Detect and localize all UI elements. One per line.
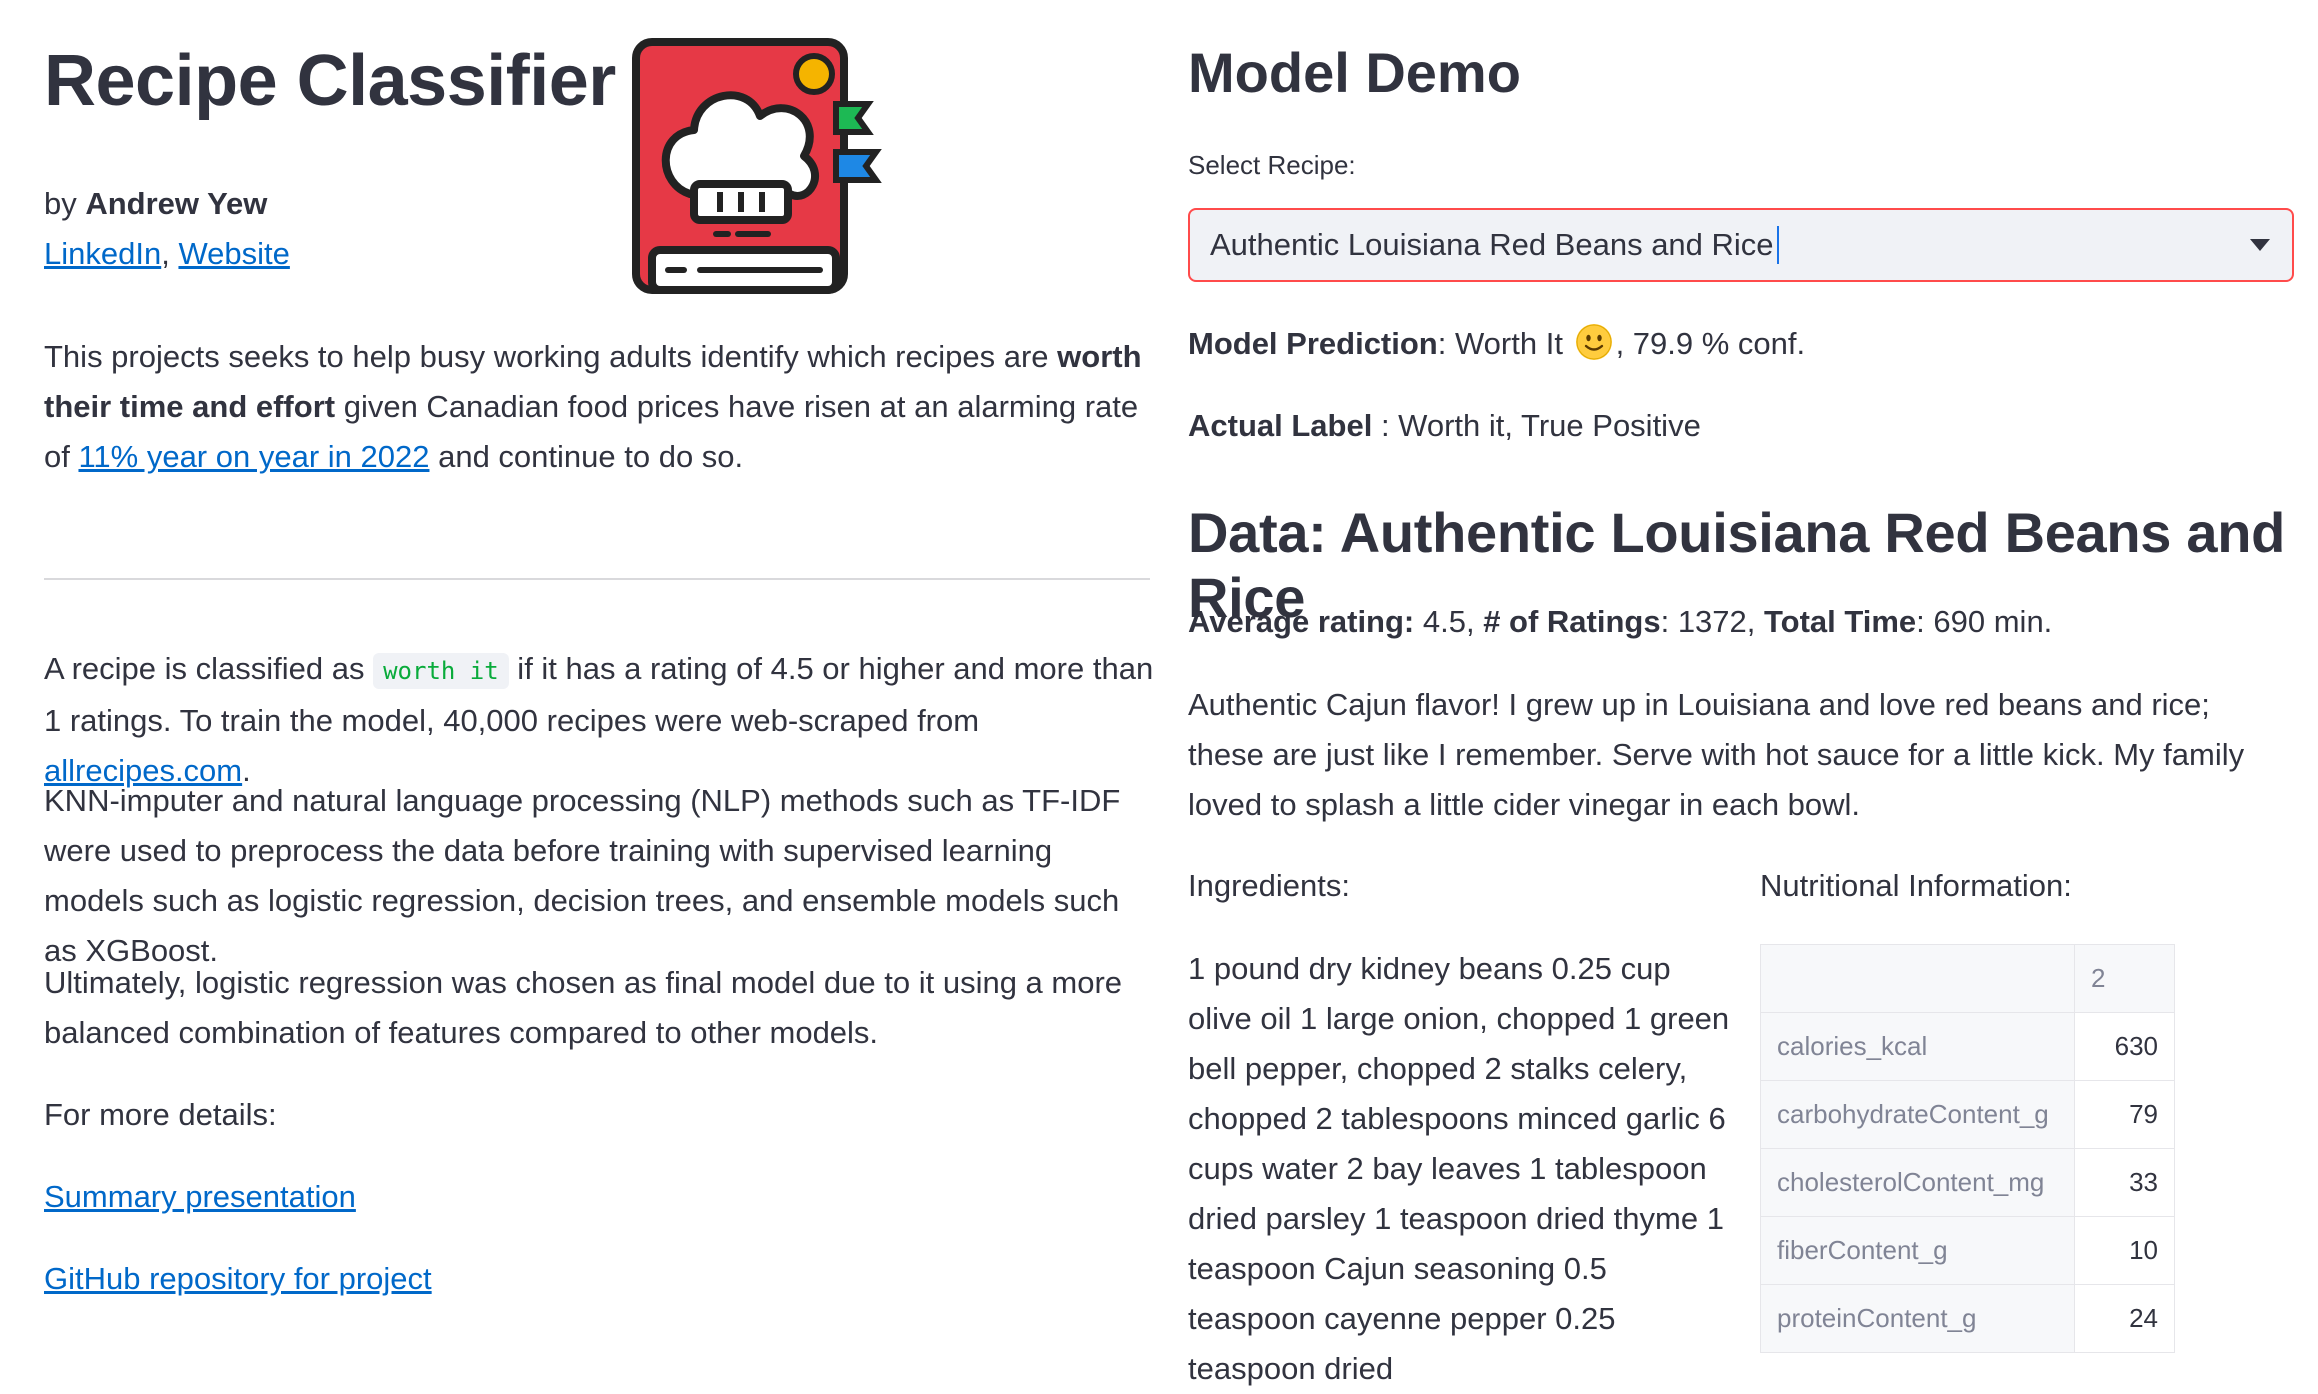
recipe-book-chef-hat-icon [628,34,884,294]
table-row: calories_kcal 630 [1760,1012,2175,1081]
total-time-value: : 690 min. [1916,604,2053,639]
profile-links: LinkedIn, Website [44,236,290,272]
byline: by Andrew Yew [44,186,267,222]
actual-value: : Worth it, True Positive [1372,408,1701,443]
nutrition-header-index: 2 [2074,944,2175,1013]
methods-paragraph: KNN-imputer and natural language process… [44,783,1121,968]
nutrition-header-blank [1760,944,2075,1013]
avg-rating-label: Average rating: [1188,604,1415,639]
actual-label: Actual Label [1188,408,1373,443]
table-row: fiberContent_g 10 [1760,1216,2175,1285]
table-row: cholesterolContent_mg 33 [1760,1148,2175,1217]
divider [44,578,1150,580]
nutrient-name: proteinContent_g [1760,1284,2075,1353]
chevron-down-icon[interactable] [2248,233,2272,257]
selected-recipe-value: Authentic Louisiana Red Beans and Rice [1210,227,1774,262]
num-ratings-value: : 1372, [1660,604,1765,639]
more-details-text: For more details: [44,1097,277,1132]
slightly-smiling-face-icon [1575,324,1612,360]
ingredients-label: Ingredients: [1188,868,1350,903]
select-recipe-label: Select Recipe: [1188,150,1356,180]
nutrient-value: 10 [2074,1216,2175,1285]
ingredients-list: 1 pound dry kidney beans 0.25 cup olive … [1188,951,1730,1386]
final-model-paragraph: Ultimately, logistic regression was chos… [44,965,1123,1050]
byline-prefix: by [44,186,86,221]
classification-paragraph: A recipe is classified as worth it if it… [44,644,1154,796]
rating-summary: Average rating: 4.5, # of Ratings: 1372,… [1188,604,2052,640]
linkedin-link[interactable]: LinkedIn [44,236,161,271]
nutrient-name: carbohydrateContent_g [1760,1080,2075,1149]
prediction-confidence: , 79.9 % conf. [1615,326,1806,361]
intro-text-3: and continue to do so. [429,439,744,474]
model-prediction-line: Model Prediction: Worth It , 79.9 % conf… [1188,324,1805,362]
nutrient-name: cholesterolContent_mg [1760,1148,2075,1217]
nutrient-name: fiberContent_g [1760,1216,2075,1285]
intro-text: This projects seeks to help busy working… [44,339,1058,374]
table-row: proteinContent_g 24 [1760,1284,2175,1353]
intro-paragraph: This projects seeks to help busy working… [44,332,1150,482]
nutrition-header-row: 2 [1760,944,2175,1013]
github-repository-link[interactable]: GitHub repository for project [44,1254,432,1304]
table-row: carbohydrateContent_g 79 [1760,1080,2175,1149]
website-link[interactable]: Website [178,236,289,271]
nutrient-name: calories_kcal [1760,1012,2075,1081]
total-time-label: Total Time [1764,604,1917,639]
classification-text: A recipe is classified as [44,651,374,686]
nutrient-value: 33 [2074,1148,2175,1217]
nutrient-value: 630 [2074,1012,2175,1081]
nutrition-table: 2 calories_kcal 630 carbohydrateContent_… [1760,944,2175,1353]
recipe-description: Authentic Cajun flavor! I grew up in Lou… [1188,687,2245,822]
text-cursor [1776,226,1779,264]
food-price-link[interactable]: 11% year on year in 2022 [78,439,429,474]
links-separator: , [161,236,179,271]
num-ratings-label: # of Ratings [1483,604,1661,639]
summary-presentation-link[interactable]: Summary presentation [44,1172,356,1222]
prediction-label: Model Prediction [1188,326,1438,361]
nutrient-value: 79 [2074,1080,2175,1149]
nutrient-value: 24 [2074,1284,2175,1353]
recipe-select[interactable]: Authentic Louisiana Red Beans and Rice [1188,208,2294,282]
prediction-value: : Worth It [1437,326,1563,361]
worth-it-code: worth it [373,653,509,689]
model-demo-title: Model Demo [1188,41,1521,104]
author-name: Andrew Yew [85,186,268,221]
actual-label-line: Actual Label : Worth it, True Positive [1188,408,1701,444]
nutrition-label: Nutritional Information: [1760,868,2072,903]
page-title: Recipe Classifier [44,41,616,121]
avg-rating-value: 4.5, [1414,604,1484,639]
